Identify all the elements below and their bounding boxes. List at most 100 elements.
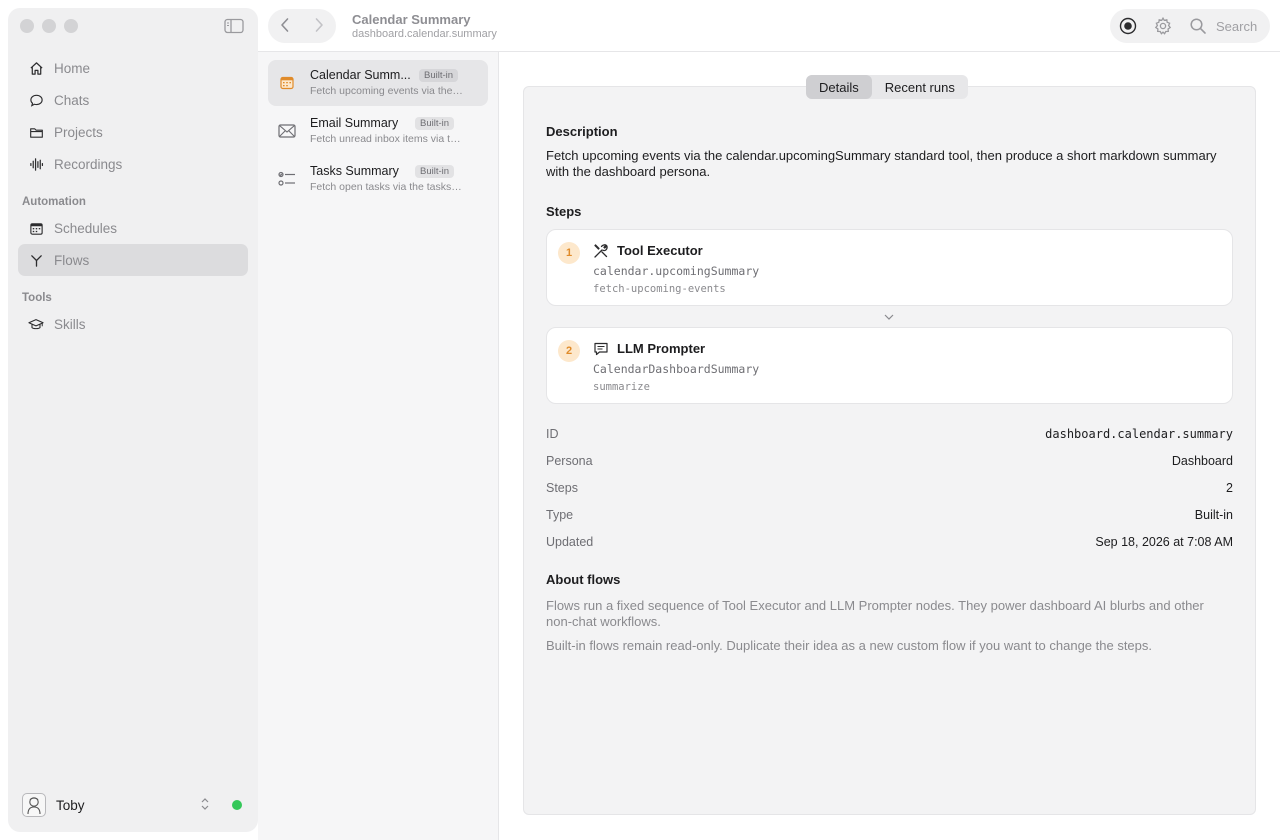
calendar-icon bbox=[28, 220, 44, 236]
minimize-window-button[interactable] bbox=[42, 19, 56, 33]
forward-arrow-icon[interactable] bbox=[313, 17, 325, 36]
description-heading: Description bbox=[546, 124, 618, 139]
flow-name: Email Summary bbox=[310, 116, 399, 130]
flow-item-tasks-summary[interactable]: Tasks Summary Built-in Fetch open tasks … bbox=[268, 156, 488, 202]
record-icon[interactable] bbox=[1118, 16, 1138, 36]
sidebar: Home Chats Projects Recordings Automatio… bbox=[8, 8, 258, 832]
search-button-label[interactable]: Search bbox=[1216, 19, 1257, 34]
home-icon bbox=[28, 60, 44, 76]
flow-description: Fetch unread inbox items via t… bbox=[310, 133, 461, 145]
sidebar-item-chats[interactable]: Chats bbox=[18, 84, 248, 116]
about-heading: About flows bbox=[546, 572, 621, 587]
tab-details[interactable]: Details bbox=[806, 75, 872, 99]
built-in-badge: Built-in bbox=[419, 69, 459, 82]
about-paragraph: Flows run a fixed sequence of Tool Execu… bbox=[546, 598, 1204, 629]
user-name: Toby bbox=[56, 797, 85, 813]
sidebar-item-label: Schedules bbox=[54, 220, 118, 236]
sidebar-nav: Home Chats Projects Recordings Automatio… bbox=[18, 52, 248, 340]
search-icon[interactable] bbox=[1188, 16, 1208, 36]
built-in-badge: Built-in bbox=[415, 165, 455, 178]
sidebar-item-label: Skills bbox=[54, 316, 86, 332]
sidebar-toggle-icon[interactable] bbox=[224, 18, 244, 34]
flow-icon bbox=[28, 252, 44, 268]
tools-icon bbox=[593, 243, 609, 259]
detail-tabs: Details Recent runs bbox=[806, 75, 968, 99]
toolbar: Calendar Summary dashboard.calendar.summ… bbox=[258, 0, 1280, 52]
sidebar-item-label: Flows bbox=[54, 252, 90, 268]
sidebar-item-label: Projects bbox=[54, 124, 103, 140]
flow-item-calendar-summary[interactable]: Calendar Summ... Built-in Fetch upcoming… bbox=[268, 60, 488, 106]
meta-key: Persona bbox=[546, 454, 593, 468]
sidebar-item-recordings[interactable]: Recordings bbox=[18, 148, 248, 180]
calendar-icon bbox=[278, 74, 296, 92]
step-id: summarize bbox=[593, 381, 650, 393]
page-title: Calendar Summary bbox=[352, 12, 471, 27]
meta-key: ID bbox=[546, 427, 559, 441]
sidebar-item-skills[interactable]: Skills bbox=[18, 308, 248, 340]
window-controls bbox=[20, 19, 78, 33]
step-tool-name: CalendarDashboardSummary bbox=[593, 362, 760, 376]
chevron-up-down-icon[interactable] bbox=[200, 797, 210, 814]
step-tool-name: calendar.upcomingSummary bbox=[593, 264, 760, 278]
step-card[interactable]: 2 LLM Prompter CalendarDashboardSummary … bbox=[546, 327, 1233, 404]
tab-recent-runs[interactable]: Recent runs bbox=[872, 75, 968, 99]
online-status-dot bbox=[232, 800, 242, 810]
step-number: 1 bbox=[558, 242, 580, 264]
zoom-window-button[interactable] bbox=[64, 19, 78, 33]
sidebar-item-home[interactable]: Home bbox=[18, 52, 248, 84]
chevron-down-icon bbox=[883, 311, 895, 323]
meta-value: Built-in bbox=[1194, 508, 1233, 522]
sidebar-item-schedules[interactable]: Schedules bbox=[18, 212, 248, 244]
sidebar-item-label: Home bbox=[54, 60, 91, 76]
message-icon bbox=[593, 341, 609, 357]
meta-row-steps: Steps 2 bbox=[546, 478, 1233, 498]
steps-heading: Steps bbox=[546, 204, 582, 219]
envelope-icon bbox=[278, 122, 296, 140]
step-number: 2 bbox=[558, 340, 580, 362]
meta-row-type: Type Built-in bbox=[546, 505, 1233, 525]
meta-value: Sep 18, 2026 at 7:08 AM bbox=[1095, 535, 1233, 549]
sidebar-item-label: Recordings bbox=[54, 156, 123, 172]
avatar bbox=[22, 793, 46, 817]
sidebar-section-tools: Tools bbox=[22, 292, 52, 304]
app-window: Home Chats Projects Recordings Automatio… bbox=[0, 0, 1280, 840]
meta-value: dashboard.calendar.summary bbox=[1045, 427, 1233, 441]
waveform-icon bbox=[28, 156, 44, 172]
flow-description: Fetch upcoming events via the… bbox=[310, 85, 463, 97]
meta-row-updated: Updated Sep 18, 2026 at 7:08 AM bbox=[546, 532, 1233, 552]
gear-icon[interactable] bbox=[1153, 16, 1173, 36]
sidebar-item-flows[interactable]: Flows bbox=[18, 244, 248, 276]
step-title: Tool Executor bbox=[617, 243, 703, 258]
meta-row-persona: Persona Dashboard bbox=[546, 451, 1233, 471]
back-arrow-icon[interactable] bbox=[279, 17, 291, 36]
sidebar-item-label: Chats bbox=[54, 92, 90, 108]
sidebar-item-projects[interactable]: Projects bbox=[18, 116, 248, 148]
step-id: fetch-upcoming-events bbox=[593, 283, 726, 295]
flow-name: Tasks Summary bbox=[310, 164, 399, 178]
graduation-cap-icon bbox=[28, 316, 44, 332]
step-title: LLM Prompter bbox=[617, 341, 706, 356]
meta-value: Dashboard bbox=[1171, 454, 1233, 468]
step-card[interactable]: 1 Tool Executor calendar.upcomingSummary… bbox=[546, 229, 1233, 306]
meta-key: Updated bbox=[546, 535, 594, 549]
flow-description: Fetch open tasks via the tasks… bbox=[310, 181, 462, 193]
toolbar-actions: Search bbox=[1110, 9, 1270, 43]
description-text: Fetch upcoming events via the calendar.u… bbox=[546, 148, 1217, 179]
about-paragraph: Built-in flows remain read-only. Duplica… bbox=[546, 638, 1153, 653]
sidebar-section-automation: Automation bbox=[22, 196, 86, 208]
flow-name: Calendar Summ... bbox=[310, 68, 411, 82]
flow-list: Calendar Summ... Built-in Fetch upcoming… bbox=[258, 52, 499, 840]
navigation-buttons bbox=[268, 9, 336, 43]
close-window-button[interactable] bbox=[20, 19, 34, 33]
meta-key: Steps bbox=[546, 481, 578, 495]
checklist-icon bbox=[278, 170, 296, 188]
user-switcher[interactable]: Toby bbox=[22, 792, 244, 818]
folder-icon bbox=[28, 124, 44, 140]
built-in-badge: Built-in bbox=[415, 117, 455, 130]
flow-item-email-summary[interactable]: Email Summary Built-in Fetch unread inbo… bbox=[268, 108, 488, 154]
meta-value: 2 bbox=[1226, 481, 1233, 495]
page-subtitle: dashboard.calendar.summary bbox=[352, 28, 497, 40]
description-section: Description Fetch upcoming events via th… bbox=[546, 124, 1233, 180]
meta-row-id: ID dashboard.calendar.summary bbox=[546, 424, 1233, 444]
meta-key: Type bbox=[546, 508, 574, 522]
